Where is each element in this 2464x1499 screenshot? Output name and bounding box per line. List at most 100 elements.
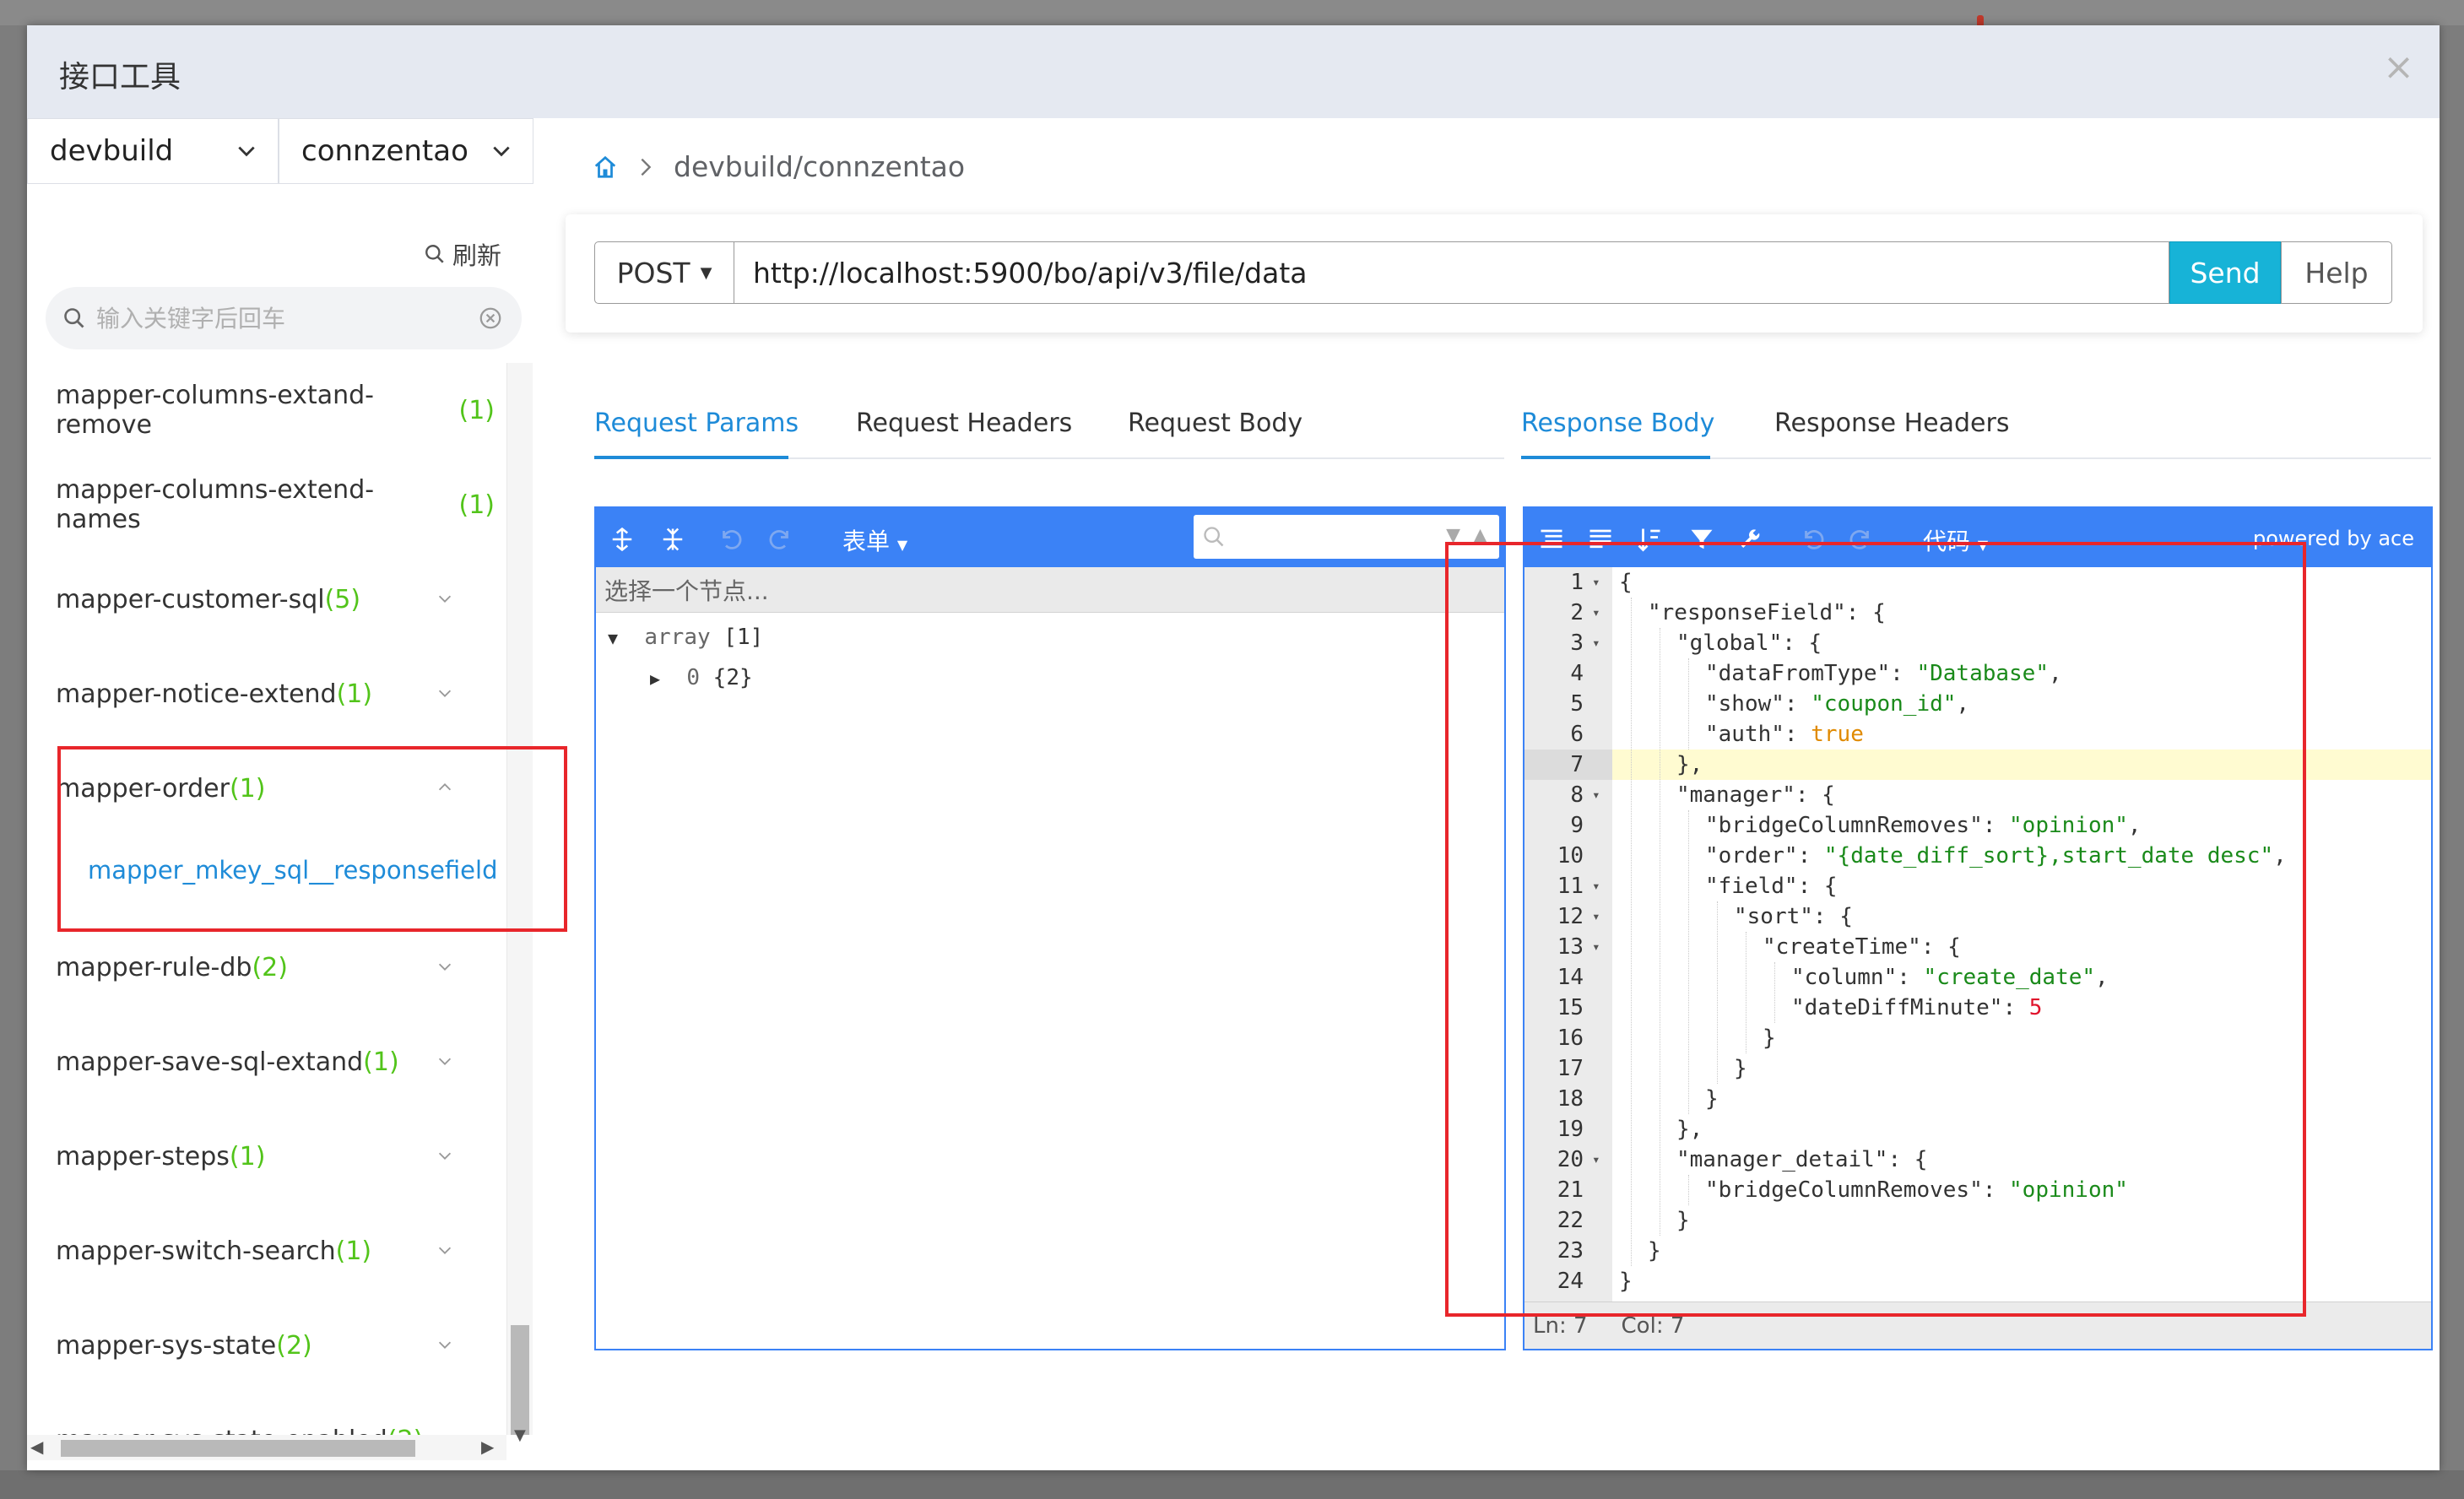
list-item-count: (1) (458, 395, 496, 425)
dialog-title: 接口工具 (59, 60, 181, 95)
active-tab-indicator (594, 456, 788, 459)
tab-request-params[interactable]: Request Params (594, 409, 799, 438)
list-item-count: (1) (458, 490, 496, 520)
home-icon[interactable] (593, 154, 618, 180)
list-item[interactable]: mapper-steps (1) (56, 1131, 495, 1182)
breadcrumb-path: devbuild/connzentao (674, 150, 966, 183)
breadcrumb: devbuild/connzentao (593, 150, 965, 183)
list-item-count: (2) (276, 1330, 312, 1361)
list-item-label: mapper-customer-sql (56, 584, 325, 614)
chevron-down-icon[interactable] (436, 684, 454, 702)
caret-down-icon: ▼ (700, 263, 712, 282)
highlight-box-response (1445, 542, 2306, 1317)
scrollbar-thumb[interactable] (61, 1440, 415, 1457)
request-params-editor: 表单 ▼ ▼ ▲ 选择一个节点... ▼ array [1] ▶ 0 {2} (594, 506, 1506, 1350)
scrollbar-thumb[interactable] (511, 1325, 529, 1435)
chevron-right-icon (641, 158, 652, 176)
list-item-label: mapper-rule-db (56, 952, 252, 982)
help-button[interactable]: Help (2281, 241, 2392, 304)
module-select[interactable]: connzentao (279, 118, 533, 184)
refresh-button[interactable]: 刷新 (424, 236, 501, 272)
list-item-count: (2) (252, 952, 288, 982)
background-top (0, 0, 2464, 25)
chevron-down-icon[interactable] (436, 957, 454, 976)
module-select-value: connzentao (301, 134, 468, 168)
list-item[interactable]: mapper-sys-state-enabled(2) (56, 1415, 495, 1436)
list-item[interactable]: mapper-columns-extend-names (1) (56, 475, 496, 534)
chevron-down-icon[interactable] (436, 1146, 454, 1165)
list-item-count: (1) (363, 1047, 399, 1077)
left-pane: devbuild connzentao 刷新 mapper-columns-ex… (27, 118, 567, 1470)
search-icon (64, 308, 84, 328)
method-value: POST (616, 256, 690, 290)
list-item-count: (5) (324, 584, 361, 614)
editor-toolbar: 表单 ▼ ▼ ▲ (596, 508, 1504, 567)
chevron-down-icon[interactable] (436, 1052, 454, 1070)
dialog-header: 接口工具 × (27, 25, 2440, 118)
redo-icon[interactable] (768, 527, 793, 552)
tab-response-body[interactable]: Response Body (1521, 409, 1714, 438)
tree-node-value: [1] (723, 625, 764, 650)
tab-response-headers[interactable]: Response Headers (1774, 409, 2009, 438)
cursor-line: Ln: 7 (1533, 1312, 1588, 1339)
caret-down-icon: ▼ (896, 537, 908, 553)
request-url-card: POST ▼ Send Help (566, 214, 2423, 333)
editor-mode-label: 表单 (842, 528, 891, 555)
list-item-label: mapper-sys-state (56, 1330, 277, 1361)
request-tabs: Request Params Request Headers Request B… (594, 403, 1504, 459)
active-tab-indicator (1521, 456, 1710, 459)
api-tool-dialog: 接口工具 × devbuild connzentao 刷新 mapper-col… (27, 25, 2440, 1470)
chevron-down-icon (238, 146, 255, 157)
chevron-down-icon (493, 146, 510, 157)
list-item[interactable]: mapper-switch-search (1) (56, 1226, 495, 1276)
editor-mode-dropdown[interactable]: 表单 ▼ (842, 523, 907, 557)
response-tabs: Response Body Response Headers (1521, 403, 2431, 459)
background-bottom (0, 1470, 2464, 1499)
list-item-count: (1) (335, 1236, 372, 1266)
chevron-down-icon[interactable] (436, 589, 454, 608)
keyword-search-input[interactable] (95, 303, 478, 333)
send-button[interactable]: Send (2169, 241, 2281, 304)
expanded-triangle-icon[interactable]: ▼ (608, 628, 618, 648)
list-item-label: mapper-columns-extand-remove (56, 381, 374, 440)
search-icon (1204, 527, 1224, 547)
keyword-search (46, 287, 522, 349)
list-item[interactable]: mapper-sys-state (2) (56, 1320, 495, 1371)
scroll-down-arrow-icon[interactable]: ▼ (514, 1426, 526, 1444)
cursor-column: Col: 7 (1621, 1312, 1685, 1339)
list-item-count: (1) (229, 1141, 266, 1172)
method-select[interactable]: POST ▼ (594, 241, 734, 304)
url-input[interactable] (734, 241, 2169, 304)
list-item-label: mapper-columns-extend-names (56, 475, 375, 534)
collapse-all-icon[interactable] (660, 527, 685, 552)
tree-node-key: array (644, 625, 711, 650)
list-item[interactable]: mapper-notice-extend (1) (56, 668, 495, 719)
list-item[interactable]: mapper-customer-sql (5) (56, 574, 495, 625)
search-icon (425, 245, 444, 263)
list-item-label: mapper-steps (56, 1141, 230, 1172)
list-item-count: (2) (387, 1426, 424, 1436)
project-select[interactable]: devbuild (27, 118, 279, 184)
scroll-right-arrow-icon[interactable]: ▶ (481, 1437, 494, 1457)
list-item-label: mapper-save-sql-extand (56, 1047, 364, 1077)
refresh-label: 刷新 (452, 241, 502, 270)
clear-icon[interactable] (478, 306, 503, 331)
tree-node-child[interactable]: ▶ 0 {2} (650, 665, 753, 690)
collapsed-triangle-icon[interactable]: ▶ (650, 668, 660, 689)
list-item-label: mapper-switch-search (56, 1236, 336, 1266)
chevron-down-icon[interactable] (436, 1241, 454, 1259)
list-item-label: mapper-sys-state-enabled (56, 1426, 387, 1436)
expand-all-icon[interactable] (609, 527, 635, 552)
list-item[interactable]: mapper-rule-db (2) (56, 942, 495, 993)
tab-request-body[interactable]: Request Body (1128, 409, 1302, 438)
close-icon[interactable]: × (2383, 49, 2414, 86)
list-horizontal-scrollbar[interactable]: ◀ ▶ (27, 1435, 506, 1460)
list-item[interactable]: mapper-columns-extand-remove (1) (56, 381, 496, 440)
list-item[interactable]: mapper-save-sql-extand (1) (56, 1036, 495, 1087)
tree-node-root[interactable]: ▼ array [1] (608, 625, 763, 650)
scroll-left-arrow-icon[interactable]: ◀ (30, 1437, 43, 1457)
tab-request-headers[interactable]: Request Headers (856, 409, 1072, 438)
chevron-down-icon[interactable] (436, 1335, 454, 1354)
undo-icon[interactable] (718, 527, 743, 552)
list-item-label: mapper-notice-extend (56, 679, 337, 709)
